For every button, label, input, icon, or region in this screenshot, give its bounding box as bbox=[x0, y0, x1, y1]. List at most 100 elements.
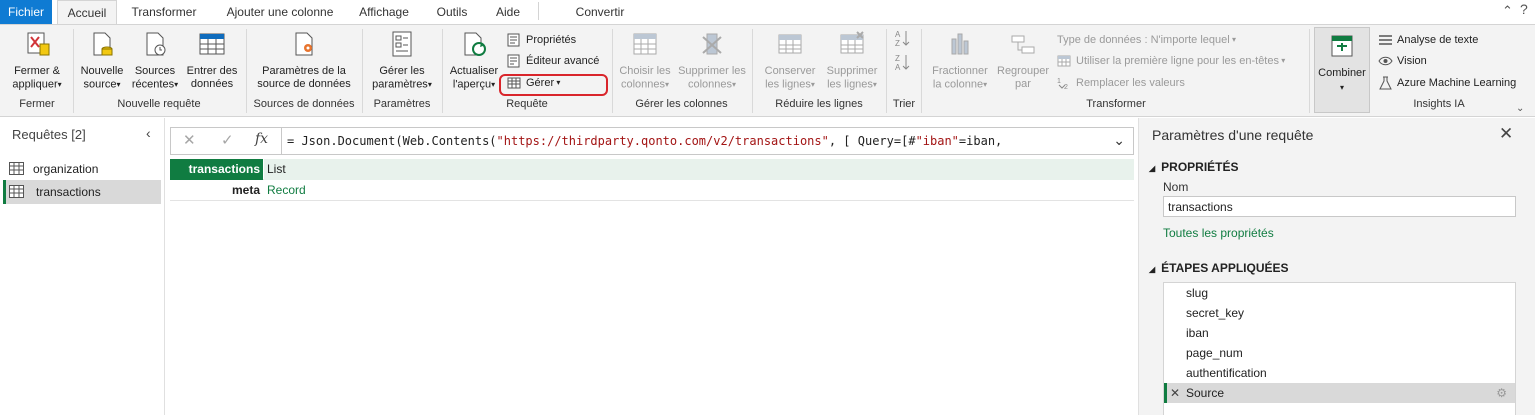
first-row-headers-label: Utiliser la première ligne pour les en-t… bbox=[1076, 55, 1279, 67]
cancel-icon[interactable]: ✕ bbox=[183, 131, 196, 149]
chevron-down-icon[interactable]: ⌄ bbox=[1516, 103, 1524, 114]
remove-rows-button[interactable]: Supprimer les lignes▾ bbox=[823, 25, 881, 95]
table-row[interactable]: meta Record bbox=[170, 180, 1134, 201]
enter-data-label: Entrer des données bbox=[186, 65, 238, 90]
group-by-button[interactable]: Regrouper par bbox=[994, 25, 1052, 95]
steps-section-header[interactable]: ◢ ÉTAPES APPLIQUÉES bbox=[1149, 261, 1289, 275]
query-item-label: organization bbox=[33, 162, 99, 176]
azure-ml-label: Azure Machine Learning bbox=[1397, 77, 1517, 89]
steps-section-label: ÉTAPES APPLIQUÉES bbox=[1161, 261, 1289, 275]
remove-columns-button[interactable]: Supprimer les colonnes▾ bbox=[676, 25, 748, 95]
list-item[interactable]: authentification bbox=[1164, 363, 1515, 383]
recent-sources-button[interactable]: Sources récentes▾ bbox=[128, 25, 182, 95]
ribbon-tabs: Fichier Accueil Transformer Ajouter une … bbox=[0, 0, 1535, 25]
replace-values-button[interactable]: 12 Remplacer les valeurs bbox=[1055, 74, 1185, 92]
keep-rows-label: Conserver les lignes bbox=[764, 65, 816, 91]
group-parametres: Paramètres bbox=[373, 98, 431, 110]
table-icon bbox=[9, 162, 24, 175]
split-column-button[interactable]: Fractionner la colonne▾ bbox=[926, 25, 994, 95]
help-icon[interactable]: ? bbox=[1520, 1, 1528, 17]
query-item-transactions[interactable]: transactions bbox=[3, 180, 161, 204]
query-name-input[interactable] bbox=[1163, 196, 1516, 217]
advanced-editor-label: Éditeur avancé bbox=[526, 55, 600, 67]
group-separator bbox=[612, 29, 613, 113]
group-sources-donnees: Sources de données bbox=[253, 98, 355, 110]
tab-convertir[interactable]: Convertir bbox=[565, 0, 635, 24]
query-item-organization[interactable]: organization bbox=[3, 157, 161, 181]
combine-button[interactable]: Combiner ▾ bbox=[1314, 27, 1370, 113]
tab-separator bbox=[538, 2, 539, 20]
record-field-value[interactable]: List bbox=[264, 159, 1134, 180]
list-item[interactable]: iban bbox=[1164, 323, 1515, 343]
gear-icon[interactable]: ⚙ bbox=[1496, 383, 1507, 403]
fx-icon[interactable]: fx bbox=[255, 131, 268, 147]
group-nouvelle-requete: Nouvelle requête bbox=[117, 98, 201, 110]
collapse-chevron-icon[interactable]: ‹ bbox=[146, 125, 151, 141]
sort-descending-button[interactable]: ZA bbox=[890, 51, 916, 73]
close-apply-button[interactable]: Fermer & appliquer▾ bbox=[4, 25, 70, 95]
formula-input[interactable]: = Json.Document(Web.Contents("https://th… bbox=[287, 128, 1002, 154]
sort-ascending-button[interactable]: AZ bbox=[890, 27, 916, 49]
refresh-preview-button[interactable]: Actualiser l'aperçu▾ bbox=[446, 25, 502, 95]
tab-accueil[interactable]: Accueil bbox=[57, 0, 117, 25]
step-label: Source bbox=[1186, 386, 1225, 400]
recent-sources-icon bbox=[146, 32, 166, 56]
group-separator bbox=[73, 29, 74, 113]
choose-columns-button[interactable]: Choisir les colonnes▾ bbox=[615, 25, 675, 95]
new-source-button[interactable]: Nouvelle source▾ bbox=[77, 25, 127, 95]
recent-sources-label: Sources récentes bbox=[131, 65, 176, 91]
combine-label: Combiner bbox=[1318, 67, 1366, 79]
applied-steps-list: slug secret_key iban page_num authentifi… bbox=[1163, 282, 1516, 415]
data-type-dropdown[interactable]: Type de données : N'importe lequel ▾ bbox=[1055, 31, 1236, 49]
azure-ml-button[interactable]: Azure Machine Learning bbox=[1376, 74, 1516, 92]
close-icon[interactable]: ✕ bbox=[1499, 124, 1513, 144]
tab-aide[interactable]: Aide bbox=[486, 0, 530, 24]
sort-ascending-icon: AZ bbox=[895, 30, 910, 47]
first-row-headers-button[interactable]: Utiliser la première ligne pour les en-t… bbox=[1055, 52, 1285, 70]
tab-fichier[interactable]: Fichier bbox=[0, 0, 52, 24]
keep-rows-button[interactable]: Conserver les lignes▾ bbox=[756, 25, 824, 95]
combine-icon bbox=[1331, 35, 1353, 57]
close-apply-icon bbox=[27, 32, 50, 56]
table-row[interactable]: transactions List bbox=[170, 159, 1134, 180]
delete-step-icon[interactable]: ✕ bbox=[1170, 383, 1180, 403]
list-item[interactable]: slug bbox=[1164, 283, 1515, 303]
manage-params-button[interactable]: Gérer les paramètres▾ bbox=[366, 25, 438, 95]
svg-text:Z: Z bbox=[895, 54, 900, 63]
step-label: iban bbox=[1186, 326, 1209, 340]
record-field-value[interactable]: Record bbox=[264, 180, 306, 201]
tab-affichage[interactable]: Affichage bbox=[352, 0, 416, 24]
step-label: secret_key bbox=[1186, 306, 1245, 320]
formula-prefix: = Json.Document(Web.Contents( bbox=[287, 134, 497, 148]
datasource-settings-button[interactable]: Paramètres de la source de données bbox=[250, 25, 358, 95]
properties-section-label: PROPRIÉTÉS bbox=[1161, 160, 1239, 174]
manage-params-label: Gérer les paramètres bbox=[372, 65, 428, 91]
list-item[interactable]: page_num bbox=[1164, 343, 1515, 363]
text-analytics-label: Analyse de texte bbox=[1397, 34, 1479, 46]
replace-values-label: Remplacer les valeurs bbox=[1076, 77, 1185, 89]
split-column-label: Fractionner la colonne bbox=[932, 65, 988, 91]
properties-button[interactable]: Propriétés bbox=[505, 31, 576, 49]
split-column-icon bbox=[951, 33, 969, 55]
datasource-settings-label: Paramètres de la source de données bbox=[257, 65, 351, 90]
group-reduire-lignes: Réduire les lignes bbox=[775, 98, 863, 110]
text-analytics-button[interactable]: Analyse de texte bbox=[1376, 31, 1478, 49]
record-field-name: meta bbox=[231, 183, 260, 197]
group-requete: Requête bbox=[506, 98, 548, 110]
choose-columns-label: Choisir les colonnes bbox=[619, 65, 671, 91]
all-properties-link[interactable]: Toutes les propriétés bbox=[1163, 226, 1274, 240]
tab-outils[interactable]: Outils bbox=[428, 0, 476, 24]
tab-ajouter-colonne[interactable]: Ajouter une colonne bbox=[214, 0, 346, 24]
vision-button[interactable]: Vision bbox=[1376, 52, 1427, 70]
list-item[interactable]: secret_key bbox=[1164, 303, 1515, 323]
chevron-up-icon[interactable]: ⌃ bbox=[1502, 3, 1513, 19]
collapse-triangle-icon: ◢ bbox=[1149, 265, 1156, 274]
expand-formula-chevron-icon[interactable]: ⌄ bbox=[1113, 132, 1125, 149]
enter-data-button[interactable]: Entrer des données bbox=[183, 25, 241, 95]
tab-transformer[interactable]: Transformer bbox=[122, 0, 206, 24]
list-item[interactable]: ✕ Source ⚙ bbox=[1164, 383, 1515, 403]
name-label: Nom bbox=[1163, 180, 1189, 194]
check-icon[interactable]: ✓ bbox=[221, 131, 234, 149]
advanced-editor-button[interactable]: Éditeur avancé bbox=[505, 52, 599, 70]
properties-section-header[interactable]: ◢ PROPRIÉTÉS bbox=[1149, 160, 1239, 174]
